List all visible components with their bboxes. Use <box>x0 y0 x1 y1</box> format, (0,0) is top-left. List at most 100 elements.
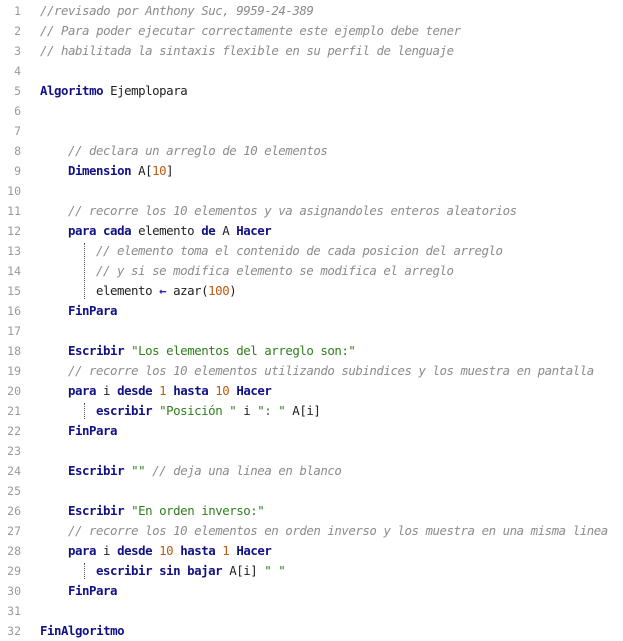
code-line[interactable]: 28 para i desde 10 hasta 1 Hacer <box>0 541 623 561</box>
code-line[interactable]: 27 // recorre los 10 elementos en orden i… <box>0 521 623 541</box>
line-number: 20 <box>7 384 21 398</box>
code-line[interactable]: 8 // declara un arreglo de 10 elementos <box>0 141 623 161</box>
code-string: "En orden inverso:" <box>131 503 265 518</box>
code-content: escribir sin bajar A[i] " " <box>96 561 286 581</box>
code-line[interactable]: 21 escribir "Posición " i ": " A[i] <box>0 401 623 421</box>
code-editor[interactable]: 1 //revisado por Anthony Suc, 9959-24-389… <box>0 0 623 641</box>
code-line[interactable]: 32 FinAlgoritmo <box>0 621 623 641</box>
code-text: elemento <box>131 223 202 238</box>
code-content: // recorre los 10 elementos y va asignan… <box>68 201 517 221</box>
code-text: i <box>96 543 118 558</box>
code-text: Ejemplopara <box>103 83 188 98</box>
code-line[interactable]: 1 //revisado por Anthony Suc, 9959-24-389 <box>0 1 623 21</box>
code-content: FinPara <box>68 421 118 441</box>
code-line[interactable]: 13 // elemento toma el contenido de cada … <box>0 241 623 261</box>
code-text: A[i] <box>285 403 321 418</box>
code-content: para i desde 10 hasta 1 Hacer <box>68 541 272 561</box>
code-content: //revisado por Anthony Suc, 9959-24-389 <box>40 1 314 21</box>
line-number: 6 <box>14 104 21 118</box>
line-number: 32 <box>7 624 21 638</box>
code-line[interactable]: 17 <box>0 321 623 341</box>
code-line[interactable]: 16 FinPara <box>0 301 623 321</box>
code-line[interactable]: 31 <box>0 601 623 621</box>
code-line[interactable]: 23 <box>0 441 623 461</box>
code-line[interactable]: 10 <box>0 181 623 201</box>
code-content: // habilitada la sintaxis flexible en su… <box>40 41 454 61</box>
line-number: 21 <box>7 404 21 418</box>
code-keyword: para cada <box>68 223 132 238</box>
code-comment: // recorre los 10 elementos en orden inv… <box>68 523 608 538</box>
code-comment: // elemento toma el contenido de cada po… <box>96 243 503 258</box>
code-keyword: Escribir <box>68 463 125 478</box>
code-comment: // y si se modifica elemento se modifica… <box>96 263 454 278</box>
code-content: Escribir "En orden inverso:" <box>68 501 265 521</box>
code-line[interactable]: 9 Dimension A[10] <box>0 161 623 181</box>
code-line[interactable]: 15 elemento ← azar(100) <box>0 281 623 301</box>
code-comment: // deja una linea en blanco <box>152 463 342 478</box>
code-content: para i desde 1 hasta 10 Hacer <box>68 381 272 401</box>
code-line[interactable]: 14 // y si se modifica elemento se modifi… <box>0 261 623 281</box>
code-keyword: desde <box>117 383 153 398</box>
code-line[interactable]: 25 <box>0 481 623 501</box>
line-number: 29 <box>7 564 21 578</box>
code-keyword: Hacer <box>236 223 272 238</box>
line-number: 30 <box>7 584 21 598</box>
line-number: 9 <box>14 164 21 178</box>
code-line[interactable]: 6 <box>0 101 623 121</box>
code-content: para cada elemento de A Hacer <box>68 221 272 241</box>
code-line[interactable]: 22 FinPara <box>0 421 623 441</box>
line-number: 1 <box>14 4 21 18</box>
code-keyword: Escribir <box>68 503 125 518</box>
code-content: FinPara <box>68 301 118 321</box>
code-content: FinPara <box>68 581 118 601</box>
code-line[interactable]: 29 escribir sin bajar A[i] " " <box>0 561 623 581</box>
code-line[interactable]: 30 FinPara <box>0 581 623 601</box>
line-number: 8 <box>14 144 21 158</box>
code-line[interactable]: 3 // habilitada la sintaxis flexible en s… <box>0 41 623 61</box>
code-content: Dimension A[10] <box>68 161 174 181</box>
code-content: Escribir "" // deja una linea en blanco <box>68 461 342 481</box>
line-number: 22 <box>7 424 21 438</box>
indent-guide <box>84 403 85 419</box>
code-line[interactable]: 18 Escribir "Los elementos del arreglo so… <box>0 341 623 361</box>
line-number: 31 <box>7 604 21 618</box>
line-number: 16 <box>7 304 21 318</box>
line-number: 27 <box>7 524 21 538</box>
code-string: "Los elementos del arreglo son:" <box>131 343 356 358</box>
line-number: 5 <box>14 84 21 98</box>
line-number: 24 <box>7 464 21 478</box>
code-string: " " <box>264 563 286 578</box>
code-line[interactable]: 11 // recorre los 10 elementos y va asign… <box>0 201 623 221</box>
code-string: "" <box>131 463 146 478</box>
code-keyword: FinAlgoritmo <box>40 623 125 638</box>
code-keyword: para <box>68 383 97 398</box>
code-keyword: escribir <box>96 403 153 418</box>
code-content: // recorre los 10 elementos en orden inv… <box>68 521 608 541</box>
line-number: 25 <box>7 484 21 498</box>
line-number: 15 <box>7 284 21 298</box>
code-line[interactable]: 20 para i desde 1 hasta 10 Hacer <box>0 381 623 401</box>
code-line[interactable]: 24 Escribir "" // deja una linea en blanc… <box>0 461 623 481</box>
code-text: i <box>96 383 118 398</box>
code-comment: //revisado por Anthony Suc, 9959-24-389 <box>40 3 314 18</box>
code-number: 10 <box>159 543 174 558</box>
code-content: // y si se modifica elemento se modifica… <box>96 261 454 281</box>
code-text: A[i] <box>222 563 265 578</box>
line-number: 26 <box>7 504 21 518</box>
code-line[interactable]: 19 // recorre los 10 elementos utilizando… <box>0 361 623 381</box>
code-string: "Posición " <box>159 403 237 418</box>
code-line[interactable]: 4 <box>0 61 623 81</box>
code-keyword: Algoritmo <box>40 83 104 98</box>
code-line[interactable]: 2 // Para poder ejecutar correctamente es… <box>0 21 623 41</box>
code-keyword: Escribir <box>68 343 125 358</box>
code-comment: // declara un arreglo de 10 elementos <box>68 143 328 158</box>
code-line[interactable]: 5 Algoritmo Ejemplopara <box>0 81 623 101</box>
line-number: 18 <box>7 344 21 358</box>
code-content: // declara un arreglo de 10 elementos <box>68 141 328 161</box>
code-line[interactable]: 26 Escribir "En orden inverso:" <box>0 501 623 521</box>
code-comment: // recorre los 10 elementos utilizando s… <box>68 363 594 378</box>
code-line[interactable]: 7 <box>0 121 623 141</box>
code-content: escribir "Posición " i ": " A[i] <box>96 401 321 421</box>
code-line[interactable]: 12 para cada elemento de A Hacer <box>0 221 623 241</box>
code-text: A[ <box>131 163 153 178</box>
